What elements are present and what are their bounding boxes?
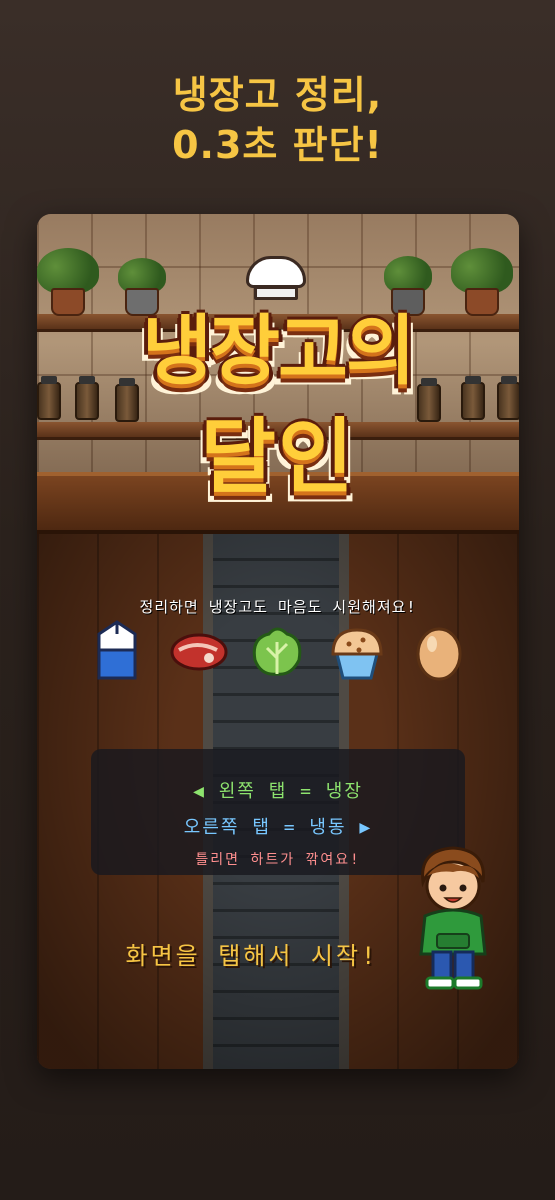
game-screen[interactable]: 냉장고의 달인 정리하면 냉장고도 마음도 시원해져요! ◀ 왼쪽 탭 = 냉장… bbox=[37, 214, 519, 1069]
egg-icon bbox=[416, 627, 462, 681]
steak-icon bbox=[170, 633, 228, 671]
milk-carton-icon bbox=[97, 620, 137, 680]
tap-to-start-prompt[interactable]: 화면을 탭해서 시작! bbox=[87, 936, 417, 971]
headline-line-2: 0.3초 판단! bbox=[172, 123, 383, 167]
heart-warning: 틀리면 하트가 깎여요! bbox=[195, 852, 361, 868]
plant-icon bbox=[37, 234, 99, 316]
chef-hat-icon bbox=[242, 256, 310, 302]
left-tap-hint: ◀ 왼쪽 탭 = 냉장 bbox=[193, 781, 363, 802]
lettuce-icon bbox=[252, 627, 302, 676]
muffin-icon bbox=[331, 628, 383, 680]
instructions-panel: ◀ 왼쪽 탭 = 냉장 오른쪽 탭 = 냉동 ▶ 틀리면 하트가 깎여요! bbox=[91, 749, 465, 875]
game-logo-line-2: 달인 bbox=[200, 410, 356, 505]
headline-line-1: 냉장고 정리, bbox=[172, 73, 383, 117]
boy-character-icon bbox=[419, 846, 487, 990]
promo-headline: 냉장고 정리, 0.3초 판단! bbox=[0, 70, 555, 170]
food-items-row bbox=[91, 620, 466, 690]
game-logo-line-1: 냉장고의 bbox=[142, 306, 416, 395]
tagline: 정리하면 냉장고도 마음도 시원해져요! bbox=[139, 598, 417, 616]
right-tap-hint: 오른쪽 탭 = 냉동 ▶ bbox=[183, 817, 373, 838]
